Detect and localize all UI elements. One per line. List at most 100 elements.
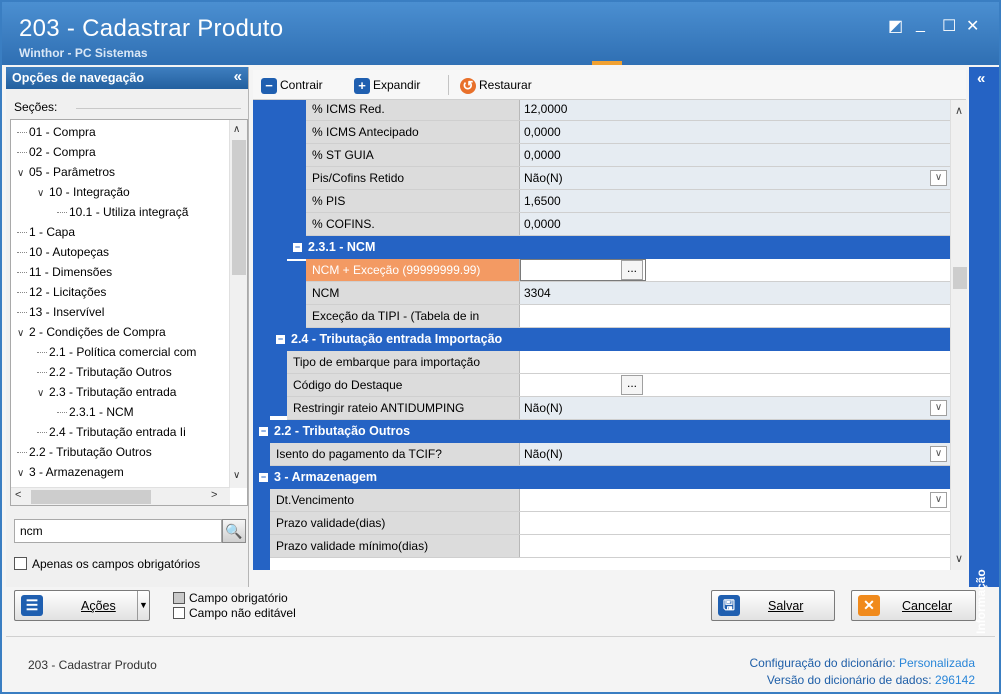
close-icon[interactable]: ✕ bbox=[966, 16, 979, 36]
tree-item[interactable]: ∨ 10 - Integração bbox=[37, 182, 130, 202]
property-value[interactable] bbox=[520, 351, 950, 373]
grid-section-header[interactable]: −2.3.1 - NCM bbox=[287, 236, 950, 259]
property-value[interactable]: 12,0000 bbox=[520, 100, 950, 120]
property-row[interactable]: Dt.Vencimento ∨ bbox=[270, 489, 950, 512]
tree-item[interactable]: 1 - Capa bbox=[17, 222, 75, 242]
grid-section-header[interactable]: −2.2 - Tributação Outros bbox=[253, 420, 950, 443]
scroll-down-icon[interactable]: ∨ bbox=[233, 470, 240, 481]
tree-item[interactable]: 12 - Licitações bbox=[17, 282, 106, 302]
tree-item[interactable]: 2.2 - Tributação Outros bbox=[37, 362, 172, 382]
info-panel-label: Informação bbox=[974, 569, 988, 634]
grid-vertical-scrollbar[interactable]: ∧ ∨ bbox=[950, 100, 967, 570]
collapse-section-icon[interactable]: − bbox=[259, 473, 268, 483]
property-row[interactable]: Tipo de embarque para importação bbox=[287, 351, 950, 374]
maximize-icon[interactable]: ☐ bbox=[942, 16, 956, 36]
expand-chevron-icon[interactable]: ∨ bbox=[37, 184, 49, 204]
property-value[interactable]: Não(N) bbox=[520, 397, 950, 419]
minimize-icon[interactable]: _ bbox=[916, 16, 925, 34]
tree-horizontal-scrollbar[interactable]: < > bbox=[11, 487, 230, 505]
tree-item[interactable]: 2.1 - Política comercial com bbox=[37, 342, 196, 362]
property-row[interactable]: NCM + Exceção (99999999.99)... bbox=[306, 259, 950, 282]
collapse-button[interactable]: − Contrair bbox=[261, 76, 323, 94]
dropdown-chevron-icon[interactable]: ∨ bbox=[930, 400, 947, 416]
property-value[interactable] bbox=[520, 489, 950, 511]
save-button[interactable]: 🖫 Salvar bbox=[711, 590, 835, 621]
scroll-left-icon[interactable]: < bbox=[15, 489, 21, 501]
property-row[interactable]: Prazo validade(dias) bbox=[270, 512, 950, 535]
only-required-checkbox[interactable] bbox=[14, 557, 27, 570]
tree-item[interactable]: 02 - Compra bbox=[17, 142, 96, 162]
collapse-info-icon[interactable]: « bbox=[977, 70, 985, 87]
dropdown-chevron-icon[interactable]: ∨ bbox=[930, 170, 947, 186]
scroll-up-icon[interactable]: ∧ bbox=[233, 124, 240, 135]
actions-dropdown-arrow-icon[interactable]: ▼ bbox=[137, 591, 149, 620]
property-row[interactable]: Exceção da TIPI - (Tabela de in bbox=[306, 305, 950, 328]
tree-item[interactable]: 11 - Dimensões bbox=[17, 262, 112, 282]
tree-item[interactable]: 2.2 - Tributação Outros bbox=[17, 442, 152, 462]
grid-section-header[interactable]: −3 - Armazenagem bbox=[253, 466, 950, 489]
dropdown-chevron-icon[interactable]: ∨ bbox=[930, 446, 947, 462]
property-value[interactable]: Não(N) bbox=[520, 443, 950, 465]
property-value[interactable]: 1,6500 bbox=[520, 190, 950, 212]
property-row[interactable]: Isento do pagamento da TCIF? Não(N) ∨ bbox=[270, 443, 950, 466]
property-value[interactable] bbox=[520, 535, 950, 557]
search-icon[interactable]: 🔍 bbox=[222, 519, 246, 543]
tree-hscroll-thumb[interactable] bbox=[31, 490, 151, 504]
info-panel[interactable]: « Informação bbox=[969, 67, 999, 634]
tree-item[interactable]: ∨ 05 - Parâmetros bbox=[17, 162, 115, 182]
property-row[interactable]: % ST GUIA 0,0000 bbox=[306, 144, 950, 167]
tree-item[interactable]: ∨ 2 - Condições de Compra bbox=[17, 322, 166, 342]
tree-item[interactable]: 01 - Compra bbox=[17, 122, 96, 142]
property-value[interactable] bbox=[520, 305, 950, 327]
property-row[interactable]: NCM 3304 bbox=[306, 282, 950, 305]
tree-item[interactable]: 2.3.1 - NCM bbox=[57, 402, 134, 422]
property-row[interactable]: % COFINS. 0,0000 bbox=[306, 213, 950, 236]
tree-item[interactable]: 10 - Autopeças bbox=[17, 242, 109, 262]
property-value[interactable]: Não(N) bbox=[520, 167, 950, 189]
scroll-right-icon[interactable]: > bbox=[211, 489, 217, 501]
property-label: % PIS bbox=[306, 190, 520, 212]
property-value[interactable]: 0,0000 bbox=[520, 144, 950, 166]
section-title: 2.3.1 - NCM bbox=[308, 240, 376, 254]
property-value[interactable] bbox=[520, 512, 950, 534]
lookup-ellipsis-button[interactable]: ... bbox=[621, 260, 643, 280]
collapse-section-icon[interactable]: − bbox=[259, 427, 268, 437]
property-value[interactable] bbox=[520, 374, 950, 396]
property-value[interactable]: 0,0000 bbox=[520, 213, 950, 235]
collapse-section-icon[interactable]: − bbox=[293, 243, 302, 253]
expand-chevron-icon[interactable]: ∨ bbox=[17, 324, 29, 344]
property-row[interactable]: Restringir rateio ANTIDUMPING Não(N) ∨ bbox=[287, 397, 950, 420]
grid-scroll-down-icon[interactable]: ∨ bbox=[955, 552, 963, 565]
property-row[interactable]: Prazo validade mínimo(dias) bbox=[270, 535, 950, 558]
property-value[interactable]: 0,0000 bbox=[520, 121, 950, 143]
actions-button[interactable]: ☰ Ações ▼ bbox=[14, 590, 150, 621]
tree-item[interactable]: ∨ 2.3 - Tributação entrada bbox=[37, 382, 176, 402]
restore-window-icon[interactable]: ◩ bbox=[888, 16, 903, 36]
property-row[interactable]: % ICMS Antecipado 0,0000 bbox=[306, 121, 950, 144]
property-row[interactable]: % ICMS Red. 12,0000 bbox=[306, 100, 950, 121]
collapse-section-icon[interactable]: − bbox=[276, 335, 285, 345]
lookup-ellipsis-button[interactable]: ... bbox=[621, 375, 643, 395]
collapse-nav-icon[interactable]: « bbox=[234, 68, 242, 85]
restore-button[interactable]: ↺ Restaurar bbox=[460, 76, 532, 94]
property-row[interactable]: % PIS 1,6500 bbox=[306, 190, 950, 213]
tree-item[interactable]: 2.4 - Tributação entrada Ii bbox=[37, 422, 186, 442]
tree-item[interactable]: 10.1 - Utiliza integraçã bbox=[57, 202, 188, 222]
dropdown-chevron-icon[interactable]: ∨ bbox=[930, 492, 947, 508]
tree-item[interactable]: 13 - Inservível bbox=[17, 302, 104, 322]
property-value[interactable]: 3304 bbox=[520, 282, 950, 304]
grid-scroll-up-icon[interactable]: ∧ bbox=[955, 104, 963, 117]
property-row[interactable]: Pis/Cofins Retido Não(N) ∨ bbox=[306, 167, 950, 190]
tree-item[interactable]: ∨ 3 - Armazenagem bbox=[17, 462, 124, 482]
tree-scroll-thumb[interactable] bbox=[232, 140, 246, 275]
grid-scroll-thumb[interactable] bbox=[953, 267, 967, 289]
expand-button[interactable]: + Expandir bbox=[354, 76, 420, 94]
expand-chevron-icon[interactable]: ∨ bbox=[17, 164, 29, 184]
expand-chevron-icon[interactable]: ∨ bbox=[37, 384, 49, 404]
section-search-input[interactable] bbox=[14, 519, 222, 543]
expand-chevron-icon[interactable]: ∨ bbox=[17, 464, 29, 484]
property-row[interactable]: Código do Destaque... bbox=[287, 374, 950, 397]
grid-section-header[interactable]: −2.4 - Tributação entrada Importação bbox=[270, 328, 950, 351]
tree-vertical-scrollbar[interactable]: ∧ ∨ bbox=[229, 120, 247, 488]
cancel-button[interactable]: ✕ Cancelar bbox=[851, 590, 976, 621]
